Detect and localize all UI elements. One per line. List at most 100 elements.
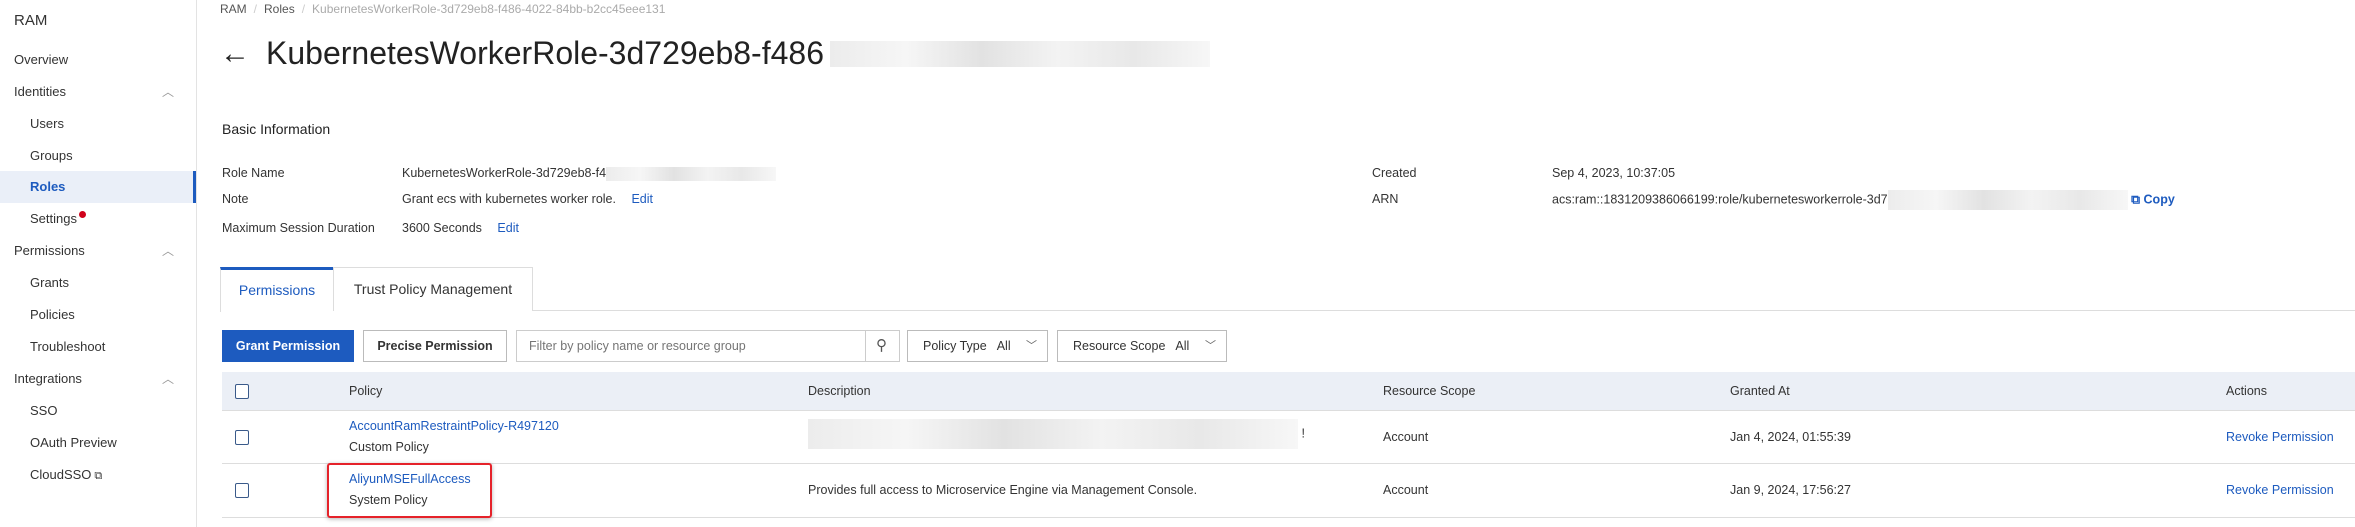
external-link-icon: ⧉ bbox=[94, 470, 103, 482]
sidebar-item-roles[interactable]: Roles bbox=[0, 171, 196, 203]
edit-note-link[interactable]: Edit bbox=[631, 192, 653, 206]
arn-text: acs:ram::1831209386066199:role/kubernete… bbox=[1552, 192, 1888, 207]
notification-dot bbox=[78, 211, 86, 218]
created-value: Sep 4, 2023, 10:37:05 bbox=[1552, 166, 1676, 180]
redacted-block bbox=[808, 419, 1298, 449]
revoke-permission-link[interactable]: Revoke Permission bbox=[2226, 483, 2334, 497]
created-label: Created bbox=[1372, 166, 1417, 180]
label: Grants bbox=[30, 275, 70, 290]
arn-label: ARN bbox=[1372, 192, 1399, 206]
row-checkbox[interactable] bbox=[235, 483, 249, 498]
description: ! bbox=[808, 419, 1305, 449]
sidebar-group-permissions[interactable]: Permissions ︿ bbox=[0, 235, 196, 267]
edit-duration-link[interactable]: Edit bbox=[497, 221, 519, 235]
back-arrow-icon[interactable]: ← bbox=[220, 37, 250, 71]
chevron-down-icon: ﹀ bbox=[1205, 340, 1216, 352]
label: Groups bbox=[30, 148, 73, 163]
breadcrumb-ram[interactable]: RAM bbox=[220, 2, 247, 16]
duration-value: 3600 Seconds Edit bbox=[402, 221, 519, 235]
role-name-label: Role Name bbox=[222, 166, 285, 180]
header-policy: Policy bbox=[349, 384, 383, 398]
sidebar-group-identities[interactable]: Identities ︿ bbox=[0, 76, 196, 108]
row-checkbox[interactable] bbox=[235, 430, 249, 445]
value: All bbox=[1175, 339, 1190, 353]
header-resource-scope: Resource Scope bbox=[1383, 384, 1476, 398]
breadcrumb-roles[interactable]: Roles bbox=[264, 2, 295, 16]
tab-bar: Permissions Trust Policy Management bbox=[220, 267, 2355, 312]
sidebar-item-grants[interactable]: Grants bbox=[0, 267, 196, 299]
tab-permissions[interactable]: Permissions bbox=[220, 267, 333, 312]
breadcrumb-current: KubernetesWorkerRole-3d729eb8-f486-4022-… bbox=[312, 2, 666, 16]
label: Resource Scope bbox=[1073, 339, 1166, 353]
copy-label: Copy bbox=[2143, 192, 2175, 207]
sidebar-item-groups[interactable]: Groups bbox=[0, 140, 196, 172]
sidebar-item-troubleshoot[interactable]: Troubleshoot bbox=[0, 331, 196, 363]
highlight-box bbox=[327, 463, 492, 518]
role-name-value: KubernetesWorkerRole-3d729eb8-f4 bbox=[402, 166, 777, 181]
section-heading: Basic Information bbox=[222, 121, 331, 137]
note-value: Grant ecs with kubernetes worker role. E… bbox=[402, 192, 653, 206]
chevron-down-icon: ﹀ bbox=[1026, 340, 1037, 352]
header-actions: Actions bbox=[2226, 384, 2267, 398]
duration-label: Maximum Session Duration bbox=[222, 221, 375, 235]
policy-type-select[interactable]: Policy Type All ﹀ bbox=[907, 330, 1048, 362]
redacted-block bbox=[1887, 190, 2128, 210]
label: Settings bbox=[30, 211, 77, 226]
label: Users bbox=[30, 116, 64, 131]
resource-scope: Account bbox=[1383, 430, 1429, 444]
arn-value: acs:ram::1831209386066199:role/kubernete… bbox=[1552, 190, 2175, 210]
chevron-up-icon: ︿ bbox=[161, 244, 174, 258]
sidebar-item-overview[interactable]: Overview bbox=[0, 44, 196, 76]
main-content: RAM / Roles / KubernetesWorkerRole-3d729eb8-… bbox=[197, 0, 2355, 527]
table-row: AliyunMSEFullAccess System Policy Provid… bbox=[222, 464, 2355, 518]
chevron-up-icon: ︿ bbox=[161, 372, 174, 386]
search-button[interactable]: ⚲ bbox=[865, 330, 900, 362]
breadcrumb: RAM / Roles / KubernetesWorkerRole-3d729eb8-… bbox=[220, 2, 666, 16]
sidebar-item-policies[interactable]: Policies bbox=[0, 299, 196, 331]
redacted-block bbox=[829, 40, 1210, 67]
sidebar-item-oauth-preview[interactable]: OAuth Preview bbox=[0, 427, 196, 459]
sidebar-group-integrations[interactable]: Integrations ︿ bbox=[0, 363, 196, 395]
header-description: Description bbox=[808, 384, 871, 398]
resource-scope: Account bbox=[1383, 483, 1429, 497]
duration-text: 3600 Seconds bbox=[402, 221, 482, 235]
label: OAuth Preview bbox=[30, 435, 117, 450]
filter-input[interactable] bbox=[516, 330, 866, 362]
search-icon: ⚲ bbox=[876, 337, 887, 354]
precise-permission-button[interactable]: Precise Permission bbox=[363, 330, 507, 362]
label: Identities bbox=[14, 84, 67, 99]
description: Provides full access to Microservice Eng… bbox=[808, 483, 1198, 497]
page-title: ← KubernetesWorkerRole-3d729eb8-f486 bbox=[220, 35, 1210, 72]
select-all-checkbox[interactable] bbox=[235, 384, 249, 399]
sidebar-item-settings[interactable]: Settings bbox=[0, 203, 196, 235]
label: CloudSSO bbox=[30, 467, 92, 482]
copy-arn-button[interactable]: ⧉ Copy bbox=[2131, 192, 2175, 206]
label: Overview bbox=[14, 52, 69, 67]
resource-scope-select[interactable]: Resource Scope All ﹀ bbox=[1057, 330, 1227, 362]
label: Troubleshoot bbox=[30, 339, 106, 354]
value: All bbox=[996, 339, 1011, 353]
label: Policies bbox=[30, 307, 75, 322]
description-text: ! bbox=[1301, 426, 1305, 441]
policy-type: Custom Policy bbox=[349, 440, 429, 454]
label: Integrations bbox=[14, 371, 82, 386]
redacted-block bbox=[606, 166, 777, 181]
granted-at: Jan 9, 2024, 17:56:27 bbox=[1730, 483, 1851, 497]
note-text: Grant ecs with kubernetes worker role. bbox=[402, 192, 616, 206]
grant-permission-button[interactable]: Grant Permission bbox=[222, 330, 354, 362]
sidebar-item-cloudsso[interactable]: CloudSSO ⧉ bbox=[0, 459, 196, 491]
role-name-text: KubernetesWorkerRole-3d729eb8-f4 bbox=[402, 166, 607, 180]
sidebar-title: RAM bbox=[14, 12, 48, 29]
chevron-up-icon: ︿ bbox=[161, 85, 174, 99]
sidebar: RAM Overview Identities ︿ Users Groups Ro… bbox=[0, 0, 197, 527]
tab-trust-policy-management[interactable]: Trust Policy Management bbox=[333, 267, 533, 311]
granted-at: Jan 4, 2024, 01:55:39 bbox=[1730, 430, 1851, 444]
revoke-permission-link[interactable]: Revoke Permission bbox=[2226, 430, 2334, 444]
sidebar-item-users[interactable]: Users bbox=[0, 108, 196, 140]
table-header: Policy Description Resource Scope Grante… bbox=[222, 372, 2355, 411]
label: Policy Type bbox=[923, 339, 987, 353]
header-granted-at: Granted At bbox=[1730, 384, 1790, 398]
sidebar-item-sso[interactable]: SSO bbox=[0, 395, 196, 427]
note-label: Note bbox=[222, 192, 249, 206]
policy-link[interactable]: AccountRamRestraintPolicy-R497120 bbox=[349, 419, 559, 433]
